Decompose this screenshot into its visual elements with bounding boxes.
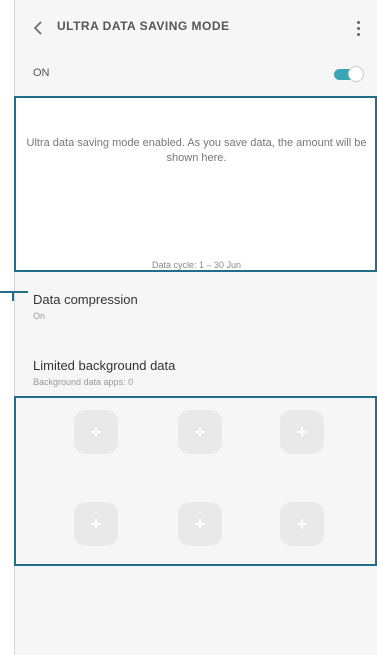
master-switch-label: ON (33, 67, 50, 79)
page-title: ULTRA DATA SAVING MODE (57, 19, 230, 33)
back-arrow-icon[interactable] (27, 16, 49, 40)
compression-callout-connector (12, 291, 14, 301)
limited-background-subtitle: Background data apps: 0 (33, 377, 134, 387)
data-compression-setting[interactable]: Data compression On (33, 292, 138, 321)
app-bar: ULTRA DATA SAVING MODE (15, 0, 377, 56)
limited-background-setting[interactable]: Limited background data Background data … (33, 358, 175, 387)
master-switch-toggle[interactable] (334, 66, 364, 82)
data-compression-title: Data compression (33, 292, 138, 307)
apps-callout-box (14, 396, 377, 566)
summary-callout-box (14, 96, 377, 272)
data-compression-status: On (33, 311, 46, 321)
toggle-knob (348, 66, 364, 82)
limited-background-title: Limited background data (33, 358, 176, 373)
compression-callout-line (0, 291, 28, 293)
master-switch-row[interactable]: ON (15, 58, 377, 90)
more-options-icon[interactable] (350, 16, 366, 40)
